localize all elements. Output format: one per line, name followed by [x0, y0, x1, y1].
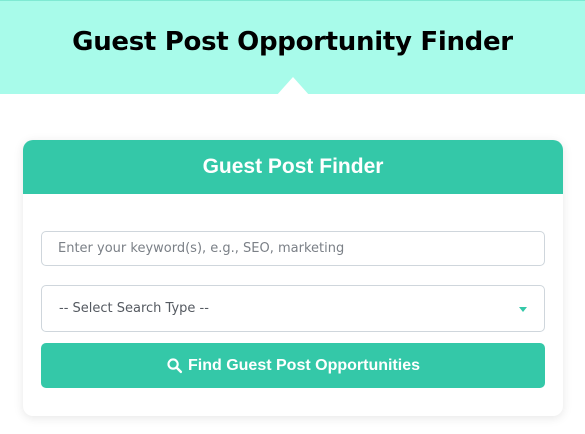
search-type-select[interactable]: -- Select Search Type -- — [41, 285, 545, 332]
hero-banner: Guest Post Opportunity Finder — [0, 0, 585, 96]
search-type-selected: -- Select Search Type -- — [59, 301, 209, 316]
page-title: Guest Post Opportunity Finder — [72, 27, 513, 57]
search-icon — [167, 358, 183, 374]
finder-card-header: Guest Post Finder — [23, 140, 563, 194]
finder-card: Guest Post Finder -- Select Search Type … — [23, 140, 563, 416]
find-opportunities-label: Find Guest Post Opportunities — [188, 356, 420, 374]
chevron-down-icon — [519, 307, 527, 312]
keyword-input[interactable] — [41, 231, 545, 266]
find-opportunities-button[interactable]: Find Guest Post Opportunities — [41, 343, 545, 388]
finder-card-title: Guest Post Finder — [202, 155, 384, 178]
